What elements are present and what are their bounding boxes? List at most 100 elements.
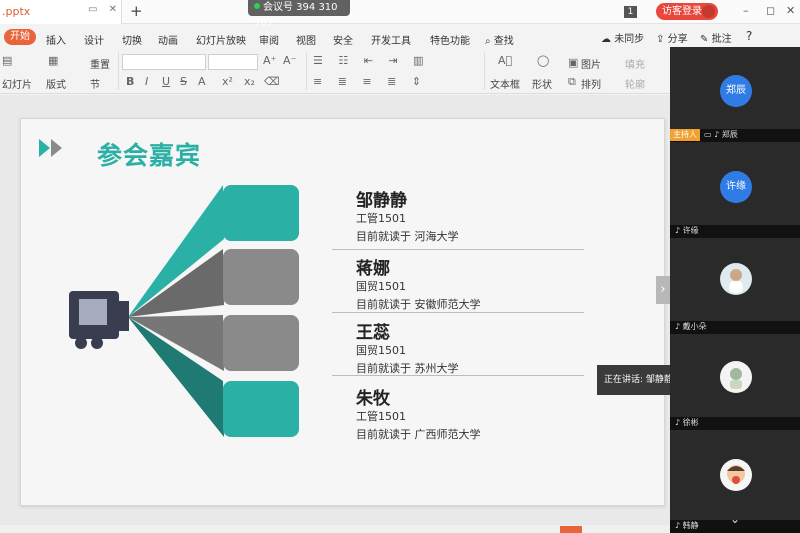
underline-button[interactable]: U [162,75,170,88]
menu-tab-design[interactable]: 设计 [84,32,104,47]
menu-tab-features[interactable]: 特色功能 [430,32,470,47]
document-tab[interactable]: .pptx ▭ ✕ [0,0,122,24]
tab-shape-2 [223,249,299,305]
guest-name: 蒋娜 [356,259,390,279]
user-avatar-icon [702,5,715,18]
arrange-button[interactable]: 排列 [581,76,601,91]
font-size-select[interactable] [208,54,258,70]
divider-line [332,375,584,376]
search-button[interactable]: ⌕ 查找 [485,32,514,47]
divider-line [332,249,584,250]
page-badge[interactable]: 1 [624,6,637,18]
menu-tab-animation[interactable]: 动画 [158,32,178,47]
textbox-button[interactable]: 文本框 [490,76,520,91]
paragraph-align-icons[interactable]: ≡ ≣ ≡ ≣ ⇕ [313,75,427,88]
menu-tab-transition[interactable]: 切换 [122,32,142,47]
menu-tab-review[interactable]: 审阅 [259,32,279,47]
guest-dept: 国贸1501 [356,344,406,357]
layout-button[interactable]: 版式 [46,76,66,91]
meeting-id-badge[interactable]: 会议号 394 310 787 [248,0,350,29]
camera-knob [75,337,87,349]
tab-shape-1 [223,185,299,241]
participant-tile[interactable]: ♪ 徐彬 [670,335,800,430]
avatar [720,459,752,491]
textbox-icon[interactable]: A⃞ [498,54,512,67]
font-color-button[interactable]: A [198,75,206,88]
menu-tab-slideshow[interactable]: 幻灯片放映 [196,32,246,47]
guest-dept: 国贸1501 [356,280,406,293]
share-label: 分享 [667,34,688,45]
camera-lens [119,301,129,331]
avatar-cartoon-icon [730,368,742,389]
menu-tab-start[interactable]: 开始 [4,29,36,45]
chevron-down-icon[interactable]: ⌄ [730,512,740,526]
sync-status[interactable]: ☁ 未同步 [601,30,644,45]
avatar [720,361,752,393]
layout-icon[interactable]: ▦ [48,54,58,67]
font-family-select[interactable] [122,54,206,70]
menu-tab-security[interactable]: 安全 [333,32,353,47]
participant-tile[interactable]: 许缘 ♪ 许缘 [670,143,800,238]
grow-font-icon[interactable]: A⁺ [263,54,276,67]
menu-tab-insert[interactable]: 插入 [46,32,66,47]
participant-tile[interactable]: ♪ 戴小朵 [670,239,800,334]
help-button[interactable]: ? [746,29,752,43]
arrange-icon: ⧉ [568,75,576,88]
menu-bar: 开始 插入 设计 切换 动画 幻灯片放映 审阅 视图 安全 开发工具 特色功能 … [0,26,670,48]
menu-tab-view[interactable]: 视图 [296,32,316,47]
new-slide-button[interactable]: 幻灯片 [2,76,32,91]
next-slide-chevron-icon[interactable]: › [656,276,670,304]
screen-share-icon: ▭ [704,130,712,139]
participant-name-bar: ♪ 许缘 [670,225,800,237]
title-bar: .pptx ▭ ✕ + 会议号 394 310 787 1 访客登录 – ◻ ✕ [0,0,800,29]
shape-icon[interactable]: ◯ [537,54,549,67]
participant-tile[interactable]: 郑辰 主持人 ▭ ♪ 郑辰 [670,47,800,142]
shrink-font-icon[interactable]: A⁻ [283,54,296,67]
search-icon: ⌕ [485,36,491,47]
fill-button[interactable]: 填充 [625,56,645,71]
toolbar-divider [484,52,485,90]
guest-login-button[interactable]: 访客登录 [656,3,718,20]
participant-name-bar: ♪ 徐彬 [670,417,800,429]
tab-action-icons[interactable]: ▭ ✕ [88,4,121,15]
guest-dept: 工管1501 [356,410,406,423]
share-button[interactable]: ⇪ 分享 [656,30,688,45]
outline-button[interactable]: 轮廓 [625,76,645,91]
divider-line [332,312,584,313]
avatar: 郑辰 [720,75,752,107]
mic-icon: ♪ [675,521,681,530]
guest-school: 目前就读于 苏州大学 [356,362,459,375]
slide[interactable]: 参会嘉宾 邹静静 工管1501 目前就读于 河海大学 蒋娜 国贸1501 目前就… [20,118,665,506]
bold-button[interactable]: B [126,75,134,88]
toolbar-divider [306,52,307,90]
superscript-button[interactable]: x² [222,75,233,88]
camera-knob [91,337,103,349]
menu-tab-developer[interactable]: 开发工具 [371,32,411,47]
italic-button[interactable]: I [145,75,148,88]
new-tab-icon[interactable]: + [130,2,143,20]
paragraph-list-icons[interactable]: ☰ ☷ ⇤ ⇥ ▥ [313,54,430,67]
tab-shape-3 [223,315,299,371]
maximize-button[interactable]: ◻ [766,4,775,17]
section-button[interactable]: 节 [90,76,100,91]
close-button[interactable]: ✕ [786,4,795,17]
new-slide-icon[interactable]: ▤ [2,54,12,67]
avatar [720,263,752,295]
picture-icon: ▣ [568,56,579,69]
guest-card: 邹静静 工管1501 目前就读于 河海大学 [356,186,586,244]
document-name: .pptx [2,5,31,18]
shape-button[interactable]: 形状 [532,76,552,91]
reset-button[interactable]: 重置 [90,56,110,71]
guest-school: 目前就读于 安徽师范大学 [356,298,481,311]
sync-status-label: 未同步 [614,34,645,45]
picture-button[interactable]: 图片 [581,56,601,71]
comment-button[interactable]: ✎ 批注 [700,30,732,45]
participant-name: 郑辰 [721,130,738,139]
slideshow-status-button[interactable] [560,526,582,533]
minimize-button[interactable]: – [743,4,749,17]
subscript-button[interactable]: x₂ [244,75,255,88]
strikethrough-button[interactable]: S [180,75,187,88]
clear-format-icon[interactable]: ⌫ [264,75,280,88]
guest-name: 邹静静 [356,191,407,211]
search-label: 查找 [493,36,514,47]
